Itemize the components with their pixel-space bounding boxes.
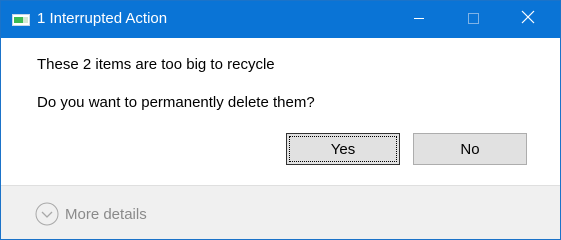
title-bar[interactable]: 1 Interrupted Action — [1, 1, 560, 38]
minimize-button[interactable] — [396, 1, 442, 38]
no-button[interactable]: No — [413, 133, 527, 165]
dialog-footer: More details — [1, 185, 560, 239]
yes-button[interactable]: Yes — [286, 133, 400, 165]
focus-indicator — [289, 136, 397, 162]
chevron-down-icon — [35, 202, 59, 226]
minimize-icon — [413, 11, 425, 29]
close-icon — [521, 10, 535, 29]
message-line-1: These 2 items are too big to recycle — [37, 56, 275, 73]
more-details-label: More details — [65, 205, 147, 223]
window-title: 1 Interrupted Action — [37, 10, 168, 27]
close-button[interactable] — [505, 1, 551, 38]
no-button-label: No — [460, 140, 480, 158]
maximize-icon — [467, 11, 479, 29]
more-details-toggle[interactable]: More details — [35, 202, 147, 226]
message-line-2: Do you want to permanently delete them? — [37, 94, 315, 111]
maximize-button[interactable] — [450, 1, 496, 38]
file-operation-icon — [12, 13, 30, 26]
dialog-window: 1 Interrupted Action These 2 items are t… — [0, 0, 561, 240]
